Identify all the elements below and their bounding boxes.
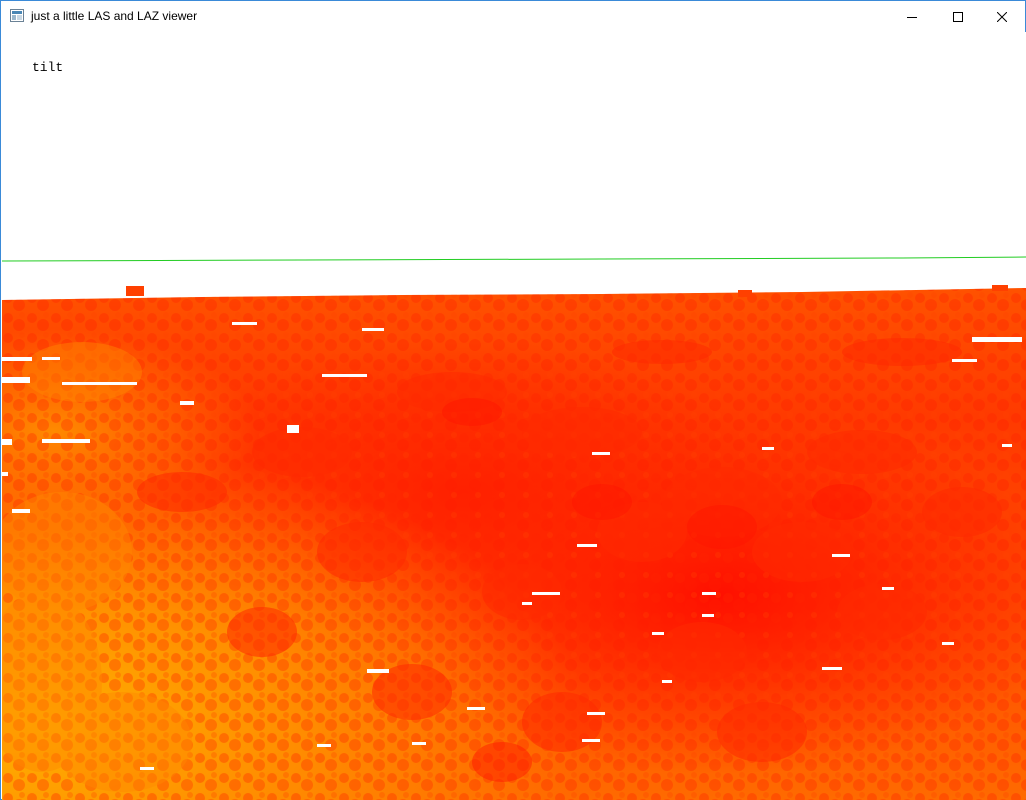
viewer-canvas[interactable]: tilt <box>2 32 1026 800</box>
close-icon <box>997 11 1007 22</box>
window-title: just a little LAS and LAZ viewer <box>31 9 198 23</box>
title-bar[interactable]: just a little LAS and LAZ viewer <box>1 1 1025 32</box>
horizon-line <box>2 256 1026 262</box>
close-button[interactable] <box>979 1 1025 32</box>
point-cloud-view[interactable] <box>2 32 1026 800</box>
point-cloud <box>2 285 1026 800</box>
maximize-icon <box>953 11 963 22</box>
mode-label: tilt <box>32 60 64 75</box>
minimize-icon <box>907 16 917 18</box>
app-window: just a little LAS and LAZ viewer tilt <box>0 0 1026 800</box>
maximize-button[interactable] <box>935 1 981 32</box>
app-icon <box>10 9 24 22</box>
minimize-button[interactable] <box>889 1 935 32</box>
